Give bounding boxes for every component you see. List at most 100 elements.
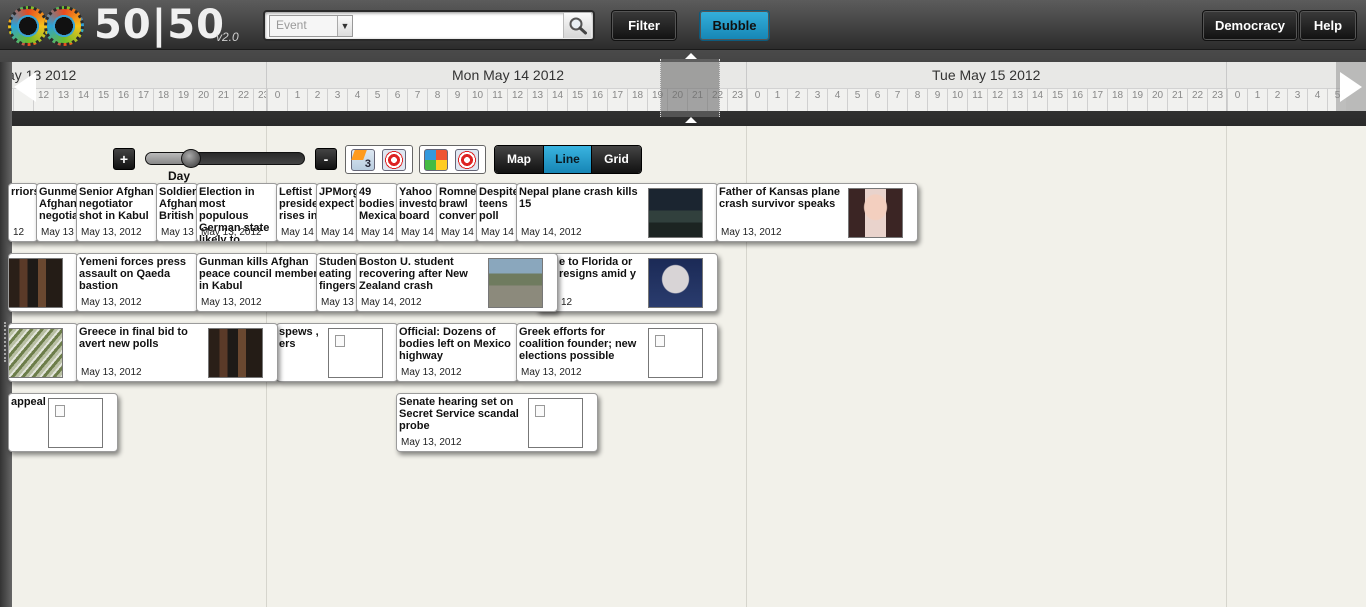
timeline-hour[interactable]: 13 bbox=[527, 89, 547, 111]
timeline-hour[interactable]: 4 bbox=[347, 89, 367, 111]
timeline-hour[interactable]: 15 bbox=[567, 89, 587, 111]
timeline[interactable]: ay 13 2012 12 13 14 15 16 17 18 19 20 21 22 23 Mon Ma… bbox=[0, 50, 1366, 126]
timeline-hour[interactable]: 3 bbox=[807, 89, 827, 111]
timeline-hour[interactable]: 13 bbox=[53, 89, 73, 111]
news-card[interactable]: Nepal plane crash kills 15 May 14, 2012 bbox=[516, 183, 718, 242]
zoom-in-button[interactable]: + bbox=[113, 148, 135, 170]
news-card[interactable]: Romney brawl convertMay 14 bbox=[436, 183, 478, 242]
timeline-hour[interactable]: 18 bbox=[1107, 89, 1127, 111]
timeline-hour[interactable]: 8 bbox=[427, 89, 447, 111]
timeline-hour[interactable]: 19 bbox=[1127, 89, 1147, 111]
news-card[interactable]: Despite teens poll May 14 bbox=[476, 183, 518, 242]
news-card[interactable]: JPMorgan expectMay 14 bbox=[316, 183, 358, 242]
news-card[interactable]: appeal bbox=[8, 393, 118, 452]
timeline-hour[interactable]: 0 bbox=[267, 89, 287, 111]
logo[interactable]: 50|50 v2.0 bbox=[8, 2, 248, 48]
zoom-out-button[interactable]: - bbox=[315, 148, 337, 170]
timeline-hour[interactable]: 4 bbox=[1307, 89, 1327, 111]
news-card[interactable]: Yahoo investor board May 14 bbox=[396, 183, 438, 242]
timeline-hour[interactable]: 1 bbox=[1247, 89, 1267, 111]
timeline-hour[interactable]: 12 bbox=[507, 89, 527, 111]
timeline-prev-button[interactable] bbox=[10, 62, 40, 111]
timeline-hour[interactable]: 23 bbox=[727, 89, 747, 111]
timeline-hour[interactable]: 19 bbox=[173, 89, 193, 111]
timeline-hour[interactable]: 11 bbox=[967, 89, 987, 111]
timeline-hour[interactable]: 16 bbox=[587, 89, 607, 111]
view-grid-button[interactable]: Grid bbox=[592, 146, 641, 173]
timeline-hour[interactable]: 10 bbox=[467, 89, 487, 111]
news-card[interactable]: Students eating fingersMay 13 bbox=[316, 253, 358, 312]
timeline-hour[interactable]: 9 bbox=[927, 89, 947, 111]
timeline-hour[interactable]: 3 bbox=[327, 89, 347, 111]
timeline-hour[interactable]: 4 bbox=[827, 89, 847, 111]
timeline-hour[interactable]: 20 bbox=[193, 89, 213, 111]
timeline-hour[interactable]: 17 bbox=[607, 89, 627, 111]
timeline-hour[interactable]: 1 bbox=[287, 89, 307, 111]
timeline-hour[interactable]: 8 bbox=[907, 89, 927, 111]
timeline-hour[interactable]: 5 bbox=[367, 89, 387, 111]
timeline-hour[interactable]: 23 bbox=[1207, 89, 1227, 111]
timeline-day[interactable]: ay 13 2012 12 13 14 15 16 17 18 19 20 21 22 23 bbox=[0, 62, 286, 111]
timeline-day[interactable]: 012345 bbox=[1226, 62, 1346, 111]
news-card[interactable]: spews , ers bbox=[276, 323, 398, 382]
timeline-day[interactable]: Tue May 15 2012 0 1 2 3 4 5 6 7 8 9 10 11 12 13 14 15 16 1… bbox=[746, 62, 1226, 111]
zoom-slider-thumb[interactable] bbox=[181, 149, 201, 168]
timeline-hour[interactable]: 15 bbox=[1047, 89, 1067, 111]
timeline-next-button[interactable] bbox=[1336, 62, 1366, 111]
timeline-hour[interactable]: 7 bbox=[407, 89, 427, 111]
news-card[interactable]: Gunmen Afghan negotiatorMay 13 bbox=[36, 183, 78, 242]
search-input[interactable] bbox=[357, 15, 563, 37]
search-button[interactable] bbox=[563, 13, 591, 38]
news-card[interactable]: e to Florida or resigns amid y 12 bbox=[536, 253, 718, 312]
news-card[interactable]: Father of Kansas plane crash survivor sp… bbox=[716, 183, 918, 242]
democracy-button[interactable]: Democracy bbox=[1202, 10, 1298, 41]
timeline-hour[interactable]: 0 bbox=[747, 89, 767, 111]
news-card[interactable] bbox=[8, 253, 78, 312]
timeline-hour[interactable]: 18 bbox=[153, 89, 173, 111]
news-card[interactable]: Soldiers Afghan BritishMay 13 bbox=[156, 183, 198, 242]
timeline-hour[interactable]: 2 bbox=[1267, 89, 1287, 111]
timeline-hour[interactable]: 9 bbox=[447, 89, 467, 111]
news-card[interactable]: 49 bodies MexicanMay 14 bbox=[356, 183, 398, 242]
timeline-hour[interactable]: 17 bbox=[1087, 89, 1107, 111]
timeline-hour[interactable]: 3 bbox=[1287, 89, 1307, 111]
timeline-hour[interactable]: 0 bbox=[1227, 89, 1247, 111]
timeline-hour[interactable]: 11 bbox=[487, 89, 507, 111]
timeline-hour[interactable]: 22 bbox=[233, 89, 253, 111]
timeline-hour[interactable]: 21 bbox=[213, 89, 233, 111]
timeline-hour[interactable]: 10 bbox=[947, 89, 967, 111]
view-line-button[interactable]: Line bbox=[544, 146, 592, 173]
chevron-down-icon[interactable]: ▼ bbox=[337, 16, 352, 36]
news-card[interactable]: Official: Dozens of bodies left on Mexic… bbox=[396, 323, 518, 382]
news-card[interactable]: Greece in final bid to avert new polls Ma… bbox=[76, 323, 278, 382]
timeline-hour[interactable]: 16 bbox=[113, 89, 133, 111]
news-card[interactable]: Boston U. student recovering after New Z… bbox=[356, 253, 558, 312]
timeline-hour[interactable]: 2 bbox=[307, 89, 327, 111]
timeline-hour[interactable]: 13 bbox=[1007, 89, 1027, 111]
timeline-hour[interactable]: 12 bbox=[987, 89, 1007, 111]
news-card[interactable]: Yemeni forces press assault on Qaeda bas… bbox=[76, 253, 198, 312]
news-card[interactable] bbox=[8, 323, 78, 382]
timeline-selection-window[interactable] bbox=[660, 53, 720, 123]
view-map-button[interactable]: Map bbox=[495, 146, 544, 173]
timeline-hour[interactable]: 6 bbox=[387, 89, 407, 111]
timeline-hour[interactable]: 18 bbox=[627, 89, 647, 111]
timeline-hour[interactable]: 14 bbox=[1027, 89, 1047, 111]
target-icon[interactable] bbox=[455, 149, 479, 171]
timeline-hour[interactable]: 1 bbox=[767, 89, 787, 111]
news-card[interactable]: rriors 12 bbox=[8, 183, 38, 242]
zoom-slider[interactable] bbox=[145, 149, 305, 168]
timeline-hour[interactable]: 16 bbox=[1067, 89, 1087, 111]
target-icon[interactable] bbox=[382, 149, 406, 171]
timeline-hour[interactable]: 7 bbox=[887, 89, 907, 111]
filter-button[interactable]: Filter bbox=[611, 10, 677, 41]
news-card[interactable]: Greek efforts for coalition founder; new… bbox=[516, 323, 718, 382]
help-button[interactable]: Help bbox=[1299, 10, 1357, 41]
color-palette-icon[interactable] bbox=[424, 149, 448, 171]
news-card[interactable]: Senior Afghan negotiator shot in Kabul Ma… bbox=[76, 183, 158, 242]
search-type-select[interactable]: Event ▼ bbox=[269, 15, 353, 37]
news-card[interactable]: Leftist presidential rises inMay 14 bbox=[276, 183, 318, 242]
bubble-button[interactable]: Bubble bbox=[699, 10, 770, 41]
timeline-hour[interactable]: 17 bbox=[133, 89, 153, 111]
calendar-icon[interactable] bbox=[351, 149, 375, 171]
